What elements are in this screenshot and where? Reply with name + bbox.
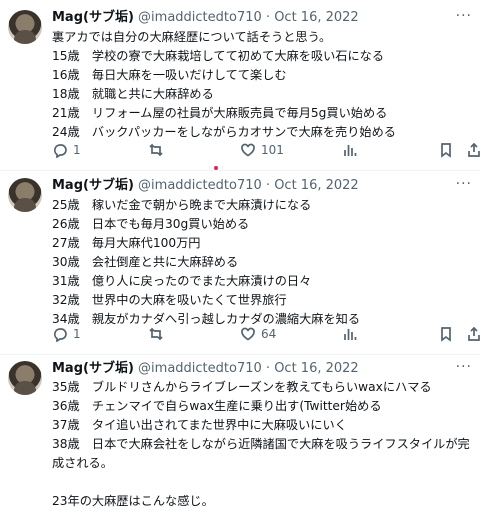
retweet-icon xyxy=(149,327,163,341)
separator-dot: · xyxy=(265,361,271,376)
more-options-icon[interactable]: ··· xyxy=(456,359,472,375)
divider xyxy=(0,354,480,355)
tweet-line: 18歳 就職と共に大麻辞める xyxy=(52,87,214,101)
more-options-icon[interactable]: ··· xyxy=(456,8,472,24)
reply-count: 1 xyxy=(73,327,81,341)
reply-icon xyxy=(53,328,67,342)
display-name[interactable]: Mag(サブ垢) xyxy=(52,178,134,193)
reply-button[interactable]: 1 xyxy=(52,324,81,344)
divider xyxy=(0,170,480,171)
bookmark-icon xyxy=(441,143,451,158)
tweet-line: 15歳 学校の寮で大麻栽培してて初めて大麻を吸い石になる xyxy=(52,49,385,63)
retweet-button[interactable] xyxy=(148,324,164,344)
tweet-date[interactable]: Oct 16, 2022 xyxy=(274,361,359,376)
tweet-actions: 1 64 xyxy=(52,324,480,344)
tweet-line: 38歳 日本で大麻会社をしながら近隣諸国で大麻を吸うライフスタイルが完 xyxy=(52,437,470,451)
analytics-icon xyxy=(344,145,357,156)
like-count: 64 xyxy=(261,327,277,341)
display-name[interactable]: Mag(サブ垢) xyxy=(52,361,134,376)
tweet-text: 裏アカでは自分の大麻経歴について話そうと思う。 15歳 学校の寮で大麻栽培してて… xyxy=(52,28,480,142)
heart-icon xyxy=(241,143,255,157)
tweet-text: 25歳 稼いだ金で朝から晩まで大麻漬けになる 26歳 日本でも毎月30g買い始め… xyxy=(52,196,480,329)
user-handle[interactable]: @imaddictedto710 xyxy=(138,178,262,193)
analytics-button[interactable] xyxy=(342,324,358,344)
tweet-line: 31歳 億り人に戻ったのでまた大麻漬けの日々 xyxy=(52,274,312,288)
tweet-line: 35歳 ブルドリさんからライブレーズンを教えてもらいwaxにハマる xyxy=(52,380,432,394)
display-name[interactable]: Mag(サブ垢) xyxy=(52,10,134,25)
like-button[interactable]: 101 xyxy=(240,140,284,160)
tweet-header: Mag(サブ垢) @imaddictedto710 · Oct 16, 2022 xyxy=(52,10,359,26)
analytics-icon xyxy=(344,329,357,340)
user-handle[interactable]: @imaddictedto710 xyxy=(138,361,262,376)
user-handle[interactable]: @imaddictedto710 xyxy=(138,10,262,25)
retweet-button[interactable] xyxy=(148,140,164,160)
tweet-line xyxy=(52,473,480,492)
like-count: 101 xyxy=(261,143,284,157)
tweet-header: Mag(サブ垢) @imaddictedto710 · Oct 16, 2022 xyxy=(52,178,359,194)
tweet-line: 37歳 タイ追い出されてまた世界中に大麻吸いにいく xyxy=(52,418,347,432)
tweet-line: 27歳 毎月大麻代100万円 xyxy=(52,236,201,250)
reply-button[interactable]: 1 xyxy=(52,140,81,160)
tweet-line: 21歳 リフォーム屋の社員が大麻販売員で毎月5g買い始める xyxy=(52,106,388,120)
tweet-date[interactable]: Oct 16, 2022 xyxy=(274,10,359,25)
reply-count: 1 xyxy=(73,143,81,157)
tweet-actions: 1 101 xyxy=(52,140,480,160)
tweet-line: 32歳 世界中の大麻を吸いたくて世界旅行 xyxy=(52,293,287,307)
share-icon xyxy=(468,326,480,341)
tweet-date[interactable]: Oct 16, 2022 xyxy=(274,178,359,193)
tweet-line: 16歳 毎日大麻を一吸いだけしてて楽しむ xyxy=(52,68,287,82)
tweet-line: 裏アカでは自分の大麻経歴について話そうと思う。 xyxy=(52,30,332,44)
tweet-line: 30歳 会社倒産と共に大麻辞める xyxy=(52,255,239,269)
bookmark-button[interactable] xyxy=(438,140,454,160)
tweet-line: 26歳 日本でも毎月30g買い始める xyxy=(52,217,250,231)
avatar[interactable] xyxy=(8,10,42,44)
retweet-icon xyxy=(149,143,163,157)
share-button[interactable] xyxy=(466,140,480,160)
tweet-line: 36歳 チェンマイで自らwax生産に乗り出す(Twitter始める xyxy=(52,399,382,413)
tweet-line: 23年の大麻歴はこんな感じ。 xyxy=(52,494,214,508)
tweet-line: 成される。 xyxy=(52,456,113,470)
avatar[interactable] xyxy=(8,178,42,212)
more-options-icon[interactable]: ··· xyxy=(456,176,472,192)
bookmark-button[interactable] xyxy=(438,324,454,344)
tweet-text: 35歳 ブルドリさんからライブレーズンを教えてもらいwaxにハマる 36歳 チェ… xyxy=(52,378,480,511)
tweet-header: Mag(サブ垢) @imaddictedto710 · Oct 16, 2022 xyxy=(52,361,359,377)
like-button[interactable]: 64 xyxy=(240,324,276,344)
tweet-line: 25歳 稼いだ金で朝から晩まで大麻漬けになる xyxy=(52,198,312,212)
avatar[interactable] xyxy=(8,361,42,395)
separator-dot: · xyxy=(265,10,271,25)
bookmark-icon xyxy=(441,327,451,342)
separator-dot: · xyxy=(265,178,271,193)
share-button[interactable] xyxy=(466,324,480,344)
reply-icon xyxy=(53,144,67,158)
share-icon xyxy=(468,142,480,157)
heart-icon xyxy=(241,327,255,341)
analytics-button[interactable] xyxy=(342,140,358,160)
